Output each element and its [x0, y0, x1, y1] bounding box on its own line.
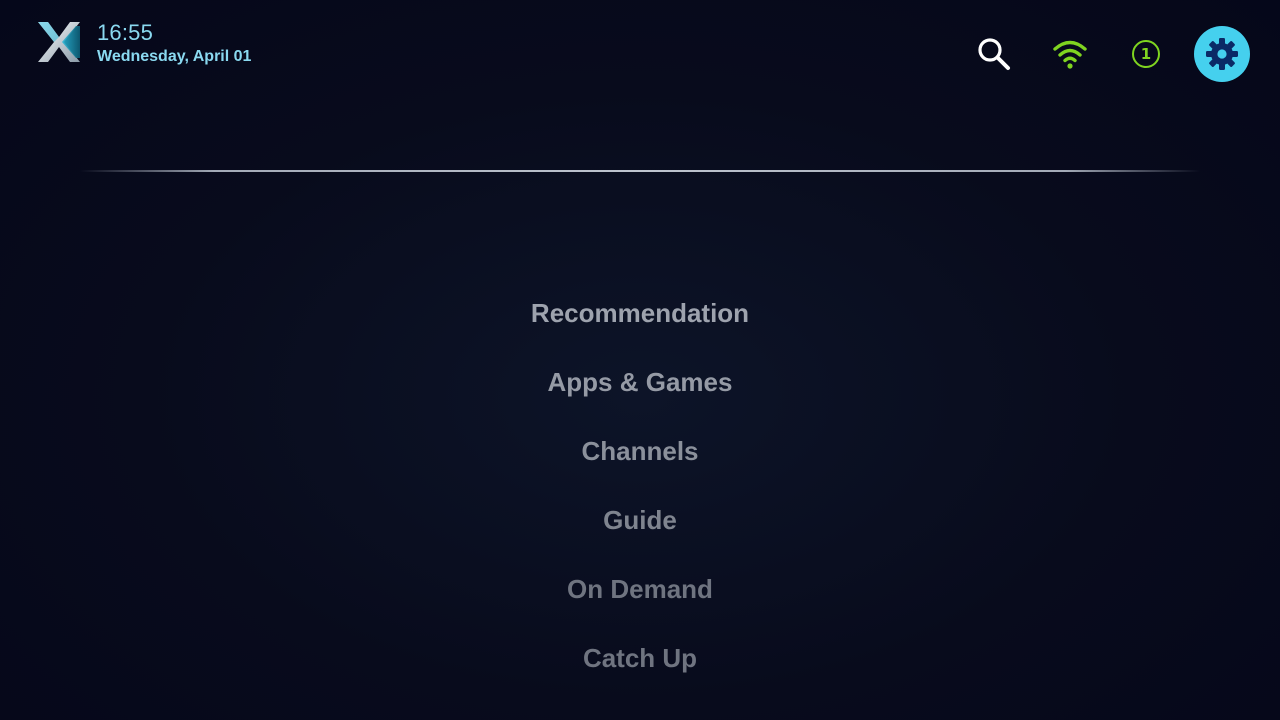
launcher-screen: 16:55 Wednesday, April 01 1 Recommendati…: [0, 0, 1280, 720]
menu-item-apps-games[interactable]: Apps & Games: [0, 359, 1280, 428]
menu-item-catch-up[interactable]: Catch Up: [0, 635, 1280, 704]
notifications-button[interactable]: 1: [1118, 26, 1174, 82]
topbar-icons: 1: [946, 26, 1250, 82]
header-divider: [80, 170, 1200, 172]
clock-time: 16:55: [97, 20, 154, 45]
gear-icon: [1206, 38, 1238, 70]
menu-item-guide[interactable]: Guide: [0, 497, 1280, 566]
search-button[interactable]: [966, 26, 1022, 82]
wifi-icon: [1053, 40, 1087, 69]
clock-block: 16:55 Wednesday, April 01: [97, 20, 251, 68]
clock-date: Wednesday, April 01: [97, 48, 252, 65]
notification-icon: 1: [1132, 40, 1160, 68]
x-logo-icon: [38, 22, 80, 62]
main-menu: Recommendation Apps & Games Channels Gui…: [0, 290, 1280, 704]
settings-button[interactable]: [1194, 26, 1250, 82]
menu-item-recommendation[interactable]: Recommendation: [0, 290, 1280, 359]
menu-item-channels[interactable]: Channels: [0, 428, 1280, 497]
menu-item-on-demand[interactable]: On Demand: [0, 566, 1280, 635]
wifi-status-button[interactable]: [1042, 26, 1098, 82]
search-icon: [978, 38, 1010, 70]
